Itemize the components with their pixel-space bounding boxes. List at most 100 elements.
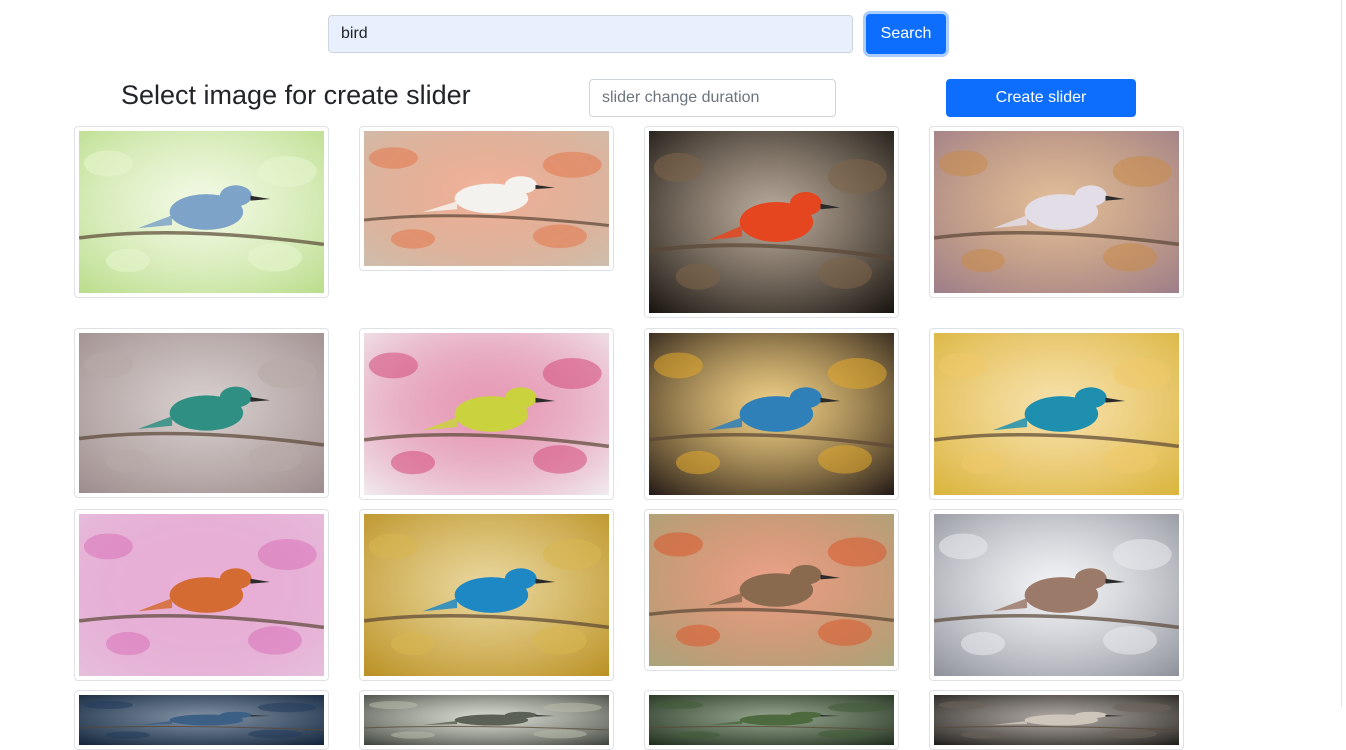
photo-illustration xyxy=(79,514,324,676)
foliage-shape xyxy=(368,352,418,379)
gallery-image-macaw-spreading-wings[interactable] xyxy=(644,328,899,500)
foliage-shape xyxy=(653,532,703,557)
foliage-shape xyxy=(827,537,887,567)
gallery-image-bird-dark-blue-partial[interactable] xyxy=(74,690,329,750)
foliage-shape xyxy=(83,701,133,709)
gallery-image-robin-on-pink-blossoms[interactable] xyxy=(74,509,329,681)
foliage-shape xyxy=(1112,357,1172,390)
foliage-shape xyxy=(105,248,151,273)
photo-illustration xyxy=(934,695,1179,745)
foliage-shape xyxy=(1103,243,1157,272)
foliage-shape xyxy=(938,150,988,177)
bird-head-shape xyxy=(1074,185,1107,207)
foliage-shape xyxy=(542,357,602,390)
bird-photo xyxy=(649,514,894,666)
foliage-shape xyxy=(827,159,887,194)
bird-photo xyxy=(364,695,609,745)
foliage-shape xyxy=(83,533,133,560)
foliage-shape xyxy=(368,701,418,709)
foliage-shape xyxy=(827,702,887,713)
foliage-shape xyxy=(390,450,436,475)
gallery-image-nuthatch-on-blossom-branch[interactable] xyxy=(74,126,329,298)
create-slider-button[interactable]: Create slider xyxy=(946,79,1136,117)
photo-illustration xyxy=(649,333,894,495)
foliage-shape xyxy=(248,626,302,655)
gallery-image-jay-on-snowy-branch[interactable] xyxy=(929,509,1184,681)
foliage-shape xyxy=(368,533,418,560)
foliage-shape xyxy=(83,352,133,378)
bird-photo xyxy=(934,514,1179,676)
bird-head-shape xyxy=(789,711,822,719)
foliage-shape xyxy=(257,357,317,389)
foliage-shape xyxy=(960,450,1006,475)
photo-illustration xyxy=(649,695,894,745)
photo-illustration xyxy=(649,131,894,313)
bird-photo xyxy=(364,514,609,676)
foliage-shape xyxy=(390,229,436,249)
foliage-shape xyxy=(542,151,602,178)
photo-illustration xyxy=(364,131,609,266)
bird-head-shape xyxy=(789,387,822,409)
foliage-shape xyxy=(105,631,151,656)
foliage-shape xyxy=(818,256,872,289)
foliage-shape xyxy=(960,731,1006,739)
foliage-shape xyxy=(675,263,721,290)
foliage-shape xyxy=(368,147,418,169)
gallery-image-kingfisher-on-rock[interactable] xyxy=(359,509,614,681)
photo-illustration xyxy=(934,131,1179,293)
bird-photo xyxy=(364,131,609,266)
page-scrollbar[interactable] xyxy=(1341,0,1346,707)
bird-photo xyxy=(934,333,1179,495)
gallery-image-sparrow-on-branch-autumn[interactable] xyxy=(644,509,899,671)
foliage-shape xyxy=(257,702,317,713)
bird-head-shape xyxy=(219,568,252,590)
foliage-shape xyxy=(533,445,587,474)
foliage-shape xyxy=(1103,729,1157,739)
bird-photo xyxy=(934,131,1179,293)
foliage-shape xyxy=(818,445,872,474)
gallery-image-bird-in-flight-with-berries[interactable] xyxy=(929,126,1184,298)
gallery-image-kingfisher-on-perch-yellow[interactable] xyxy=(929,328,1184,500)
foliage-shape xyxy=(1112,155,1172,188)
foliage-shape xyxy=(938,352,988,379)
bird-photo xyxy=(649,131,894,313)
bird-head-shape xyxy=(1074,387,1107,409)
foliage-shape xyxy=(1103,626,1157,655)
foliage-shape xyxy=(105,731,151,739)
foliage-shape xyxy=(105,449,151,473)
foliage-shape xyxy=(818,729,872,739)
foliage-shape xyxy=(675,450,721,475)
bird-photo xyxy=(364,333,609,495)
slider-duration-input[interactable] xyxy=(589,79,836,117)
gallery-image-white-dove-with-autumn-leaves[interactable] xyxy=(359,126,614,271)
foliage-shape xyxy=(542,538,602,571)
gallery-image-owl-face-orange-eyes[interactable] xyxy=(644,126,899,318)
foliage-shape xyxy=(675,731,721,739)
gallery-image-bird-dark-green-partial[interactable] xyxy=(644,690,899,750)
foliage-shape xyxy=(653,352,703,379)
foliage-shape xyxy=(257,155,317,188)
foliage-shape xyxy=(653,701,703,709)
bird-head-shape xyxy=(504,568,537,590)
bird-head-shape xyxy=(504,711,537,719)
gallery-image-bird-dark-partial[interactable] xyxy=(929,690,1184,750)
bird-head-shape xyxy=(1074,568,1107,590)
foliage-shape xyxy=(938,701,988,709)
gallery-image-blue-tit-on-pink-blossoms[interactable] xyxy=(359,328,614,500)
photo-illustration xyxy=(364,333,609,495)
foliage-shape xyxy=(1103,445,1157,474)
foliage-shape xyxy=(390,731,436,739)
bird-photo xyxy=(649,695,894,745)
bird-head-shape xyxy=(504,387,537,409)
foliage-shape xyxy=(938,533,988,560)
foliage-shape xyxy=(542,702,602,713)
photo-illustration xyxy=(649,514,894,666)
bird-head-shape xyxy=(219,386,252,408)
search-input[interactable] xyxy=(328,15,853,53)
foliage-shape xyxy=(960,631,1006,656)
photo-illustration xyxy=(79,695,324,745)
bird-photo xyxy=(79,514,324,676)
search-button[interactable]: Search xyxy=(866,14,946,54)
gallery-image-bird-sparkle-water-partial[interactable] xyxy=(359,690,614,750)
gallery-image-hummingbird-hovering[interactable] xyxy=(74,328,329,498)
